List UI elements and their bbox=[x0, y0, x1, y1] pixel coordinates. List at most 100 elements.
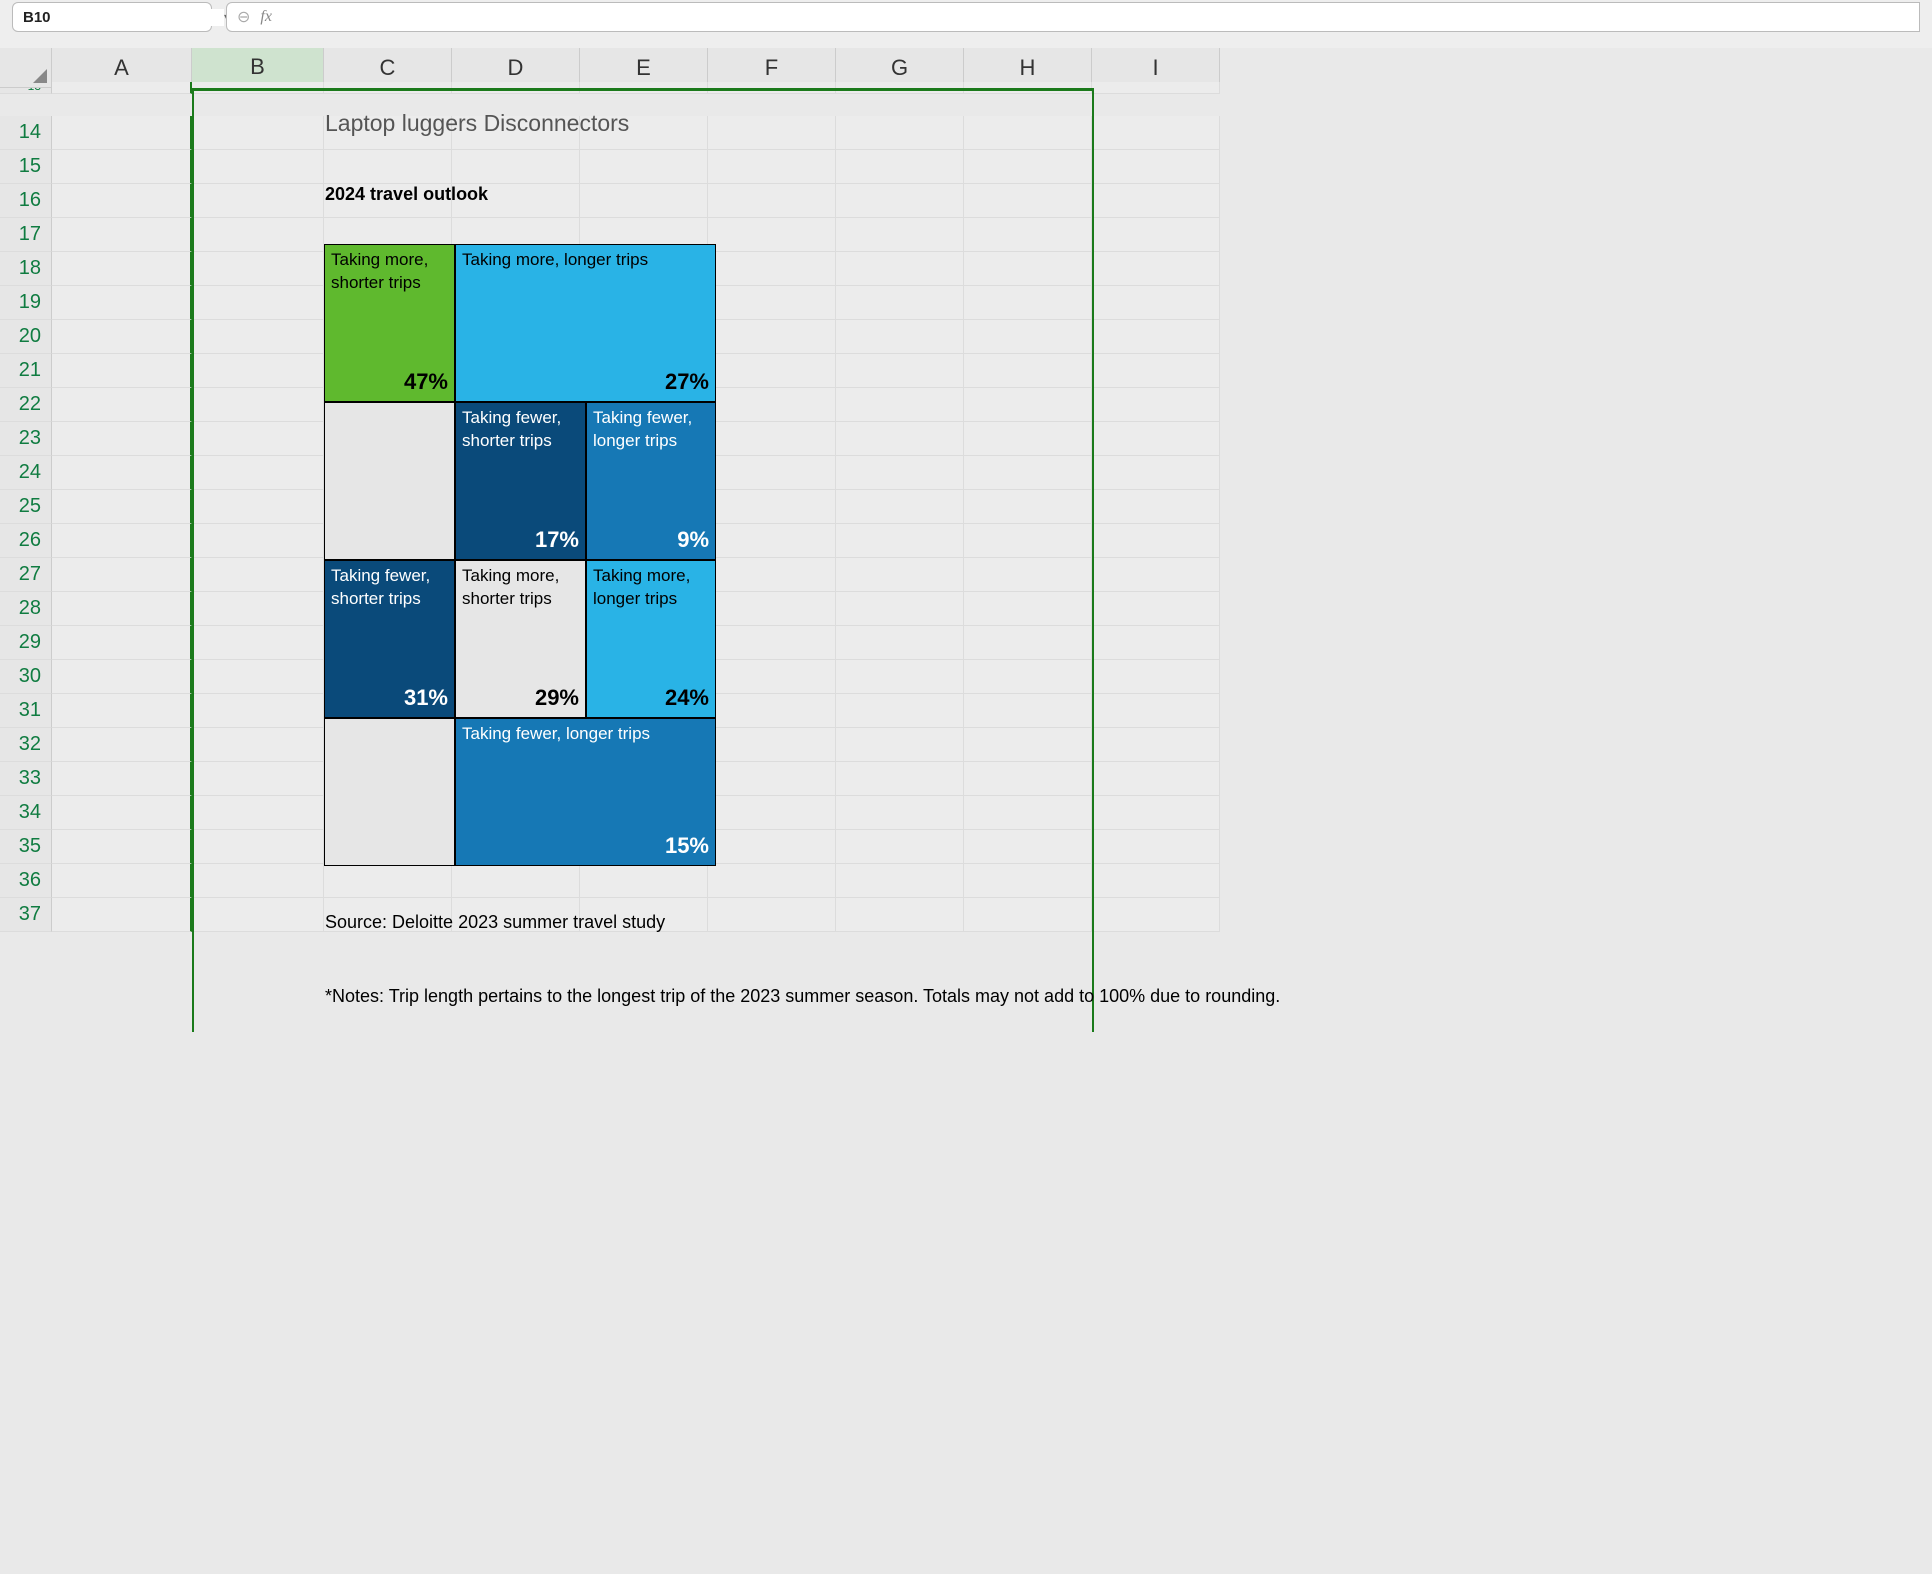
cell[interactable] bbox=[1092, 592, 1220, 626]
row-head-17[interactable]: 17 bbox=[0, 218, 52, 252]
cell[interactable] bbox=[52, 388, 192, 422]
cell[interactable] bbox=[1092, 830, 1220, 864]
cell[interactable] bbox=[52, 694, 192, 728]
row-head-36[interactable]: 36 bbox=[0, 864, 52, 898]
row-head-37[interactable]: 37 bbox=[0, 898, 52, 932]
cell[interactable] bbox=[1092, 116, 1220, 150]
panel-dc-more-longer: Taking more, longer trips 24% bbox=[586, 560, 716, 718]
row-head-20[interactable]: 20 bbox=[0, 320, 52, 354]
cell[interactable] bbox=[52, 558, 192, 592]
cell[interactable] bbox=[52, 184, 192, 218]
cell[interactable] bbox=[1092, 796, 1220, 830]
cell[interactable] bbox=[1092, 286, 1220, 320]
cell[interactable] bbox=[1092, 388, 1220, 422]
formula-input[interactable] bbox=[282, 9, 1909, 26]
row-head-21[interactable]: 21 bbox=[0, 354, 52, 388]
panel-dc-fewer-longer: Taking fewer, longer trips 15% bbox=[455, 718, 716, 866]
row-head-31[interactable]: 31 bbox=[0, 694, 52, 728]
panel-label: Taking fewer, shorter trips bbox=[462, 407, 579, 453]
row-head-14[interactable]: 14 bbox=[0, 116, 52, 150]
cell[interactable] bbox=[52, 796, 192, 830]
cell[interactable] bbox=[1092, 354, 1220, 388]
select-all-corner[interactable] bbox=[0, 48, 52, 88]
cell[interactable] bbox=[52, 864, 192, 898]
row-head-19[interactable]: 19 bbox=[0, 286, 52, 320]
panel-label: Taking more, longer trips bbox=[462, 249, 709, 272]
panel-ll-fewer-longer: Taking fewer, longer trips 9% bbox=[586, 402, 716, 560]
row-head-23[interactable]: 23 bbox=[0, 422, 52, 456]
cell[interactable] bbox=[52, 286, 192, 320]
cell[interactable] bbox=[52, 82, 192, 94]
cell[interactable] bbox=[1092, 558, 1220, 592]
notes-text: *Notes: Trip length pertains to the long… bbox=[325, 986, 1280, 1007]
row-head-27[interactable]: 27 bbox=[0, 558, 52, 592]
source-text: Source: Deloitte 2023 summer travel stud… bbox=[325, 912, 665, 933]
cell[interactable] bbox=[52, 898, 192, 932]
cell[interactable] bbox=[1092, 490, 1220, 524]
cell[interactable] bbox=[52, 762, 192, 796]
cell[interactable] bbox=[1092, 82, 1220, 94]
panel-label: Taking more, shorter trips bbox=[331, 249, 448, 295]
panel-ll-fewer-shorter: Taking fewer, shorter trips 17% bbox=[455, 402, 586, 560]
cell[interactable] bbox=[1092, 728, 1220, 762]
cell[interactable] bbox=[52, 150, 192, 184]
cell[interactable] bbox=[52, 252, 192, 286]
row-head-30[interactable]: 30 bbox=[0, 660, 52, 694]
row-head-28[interactable]: 28 bbox=[0, 592, 52, 626]
panel-value: 24% bbox=[593, 685, 709, 711]
cell[interactable] bbox=[1092, 320, 1220, 354]
formula-bar[interactable]: ⊖ fx bbox=[226, 2, 1920, 32]
cell[interactable] bbox=[52, 592, 192, 626]
row-head-16[interactable]: 16 bbox=[0, 184, 52, 218]
name-box-input[interactable] bbox=[23, 9, 224, 26]
cell[interactable] bbox=[1092, 626, 1220, 660]
cell[interactable] bbox=[52, 456, 192, 490]
row-head-33[interactable]: 33 bbox=[0, 762, 52, 796]
cell[interactable] bbox=[52, 830, 192, 864]
row-head-25[interactable]: 25 bbox=[0, 490, 52, 524]
row-head-34[interactable]: 34 bbox=[0, 796, 52, 830]
cell[interactable] bbox=[1092, 422, 1220, 456]
panel-value: 15% bbox=[462, 833, 709, 859]
cell[interactable] bbox=[1092, 694, 1220, 728]
cell[interactable] bbox=[52, 660, 192, 694]
cell[interactable] bbox=[1092, 762, 1220, 796]
cell[interactable] bbox=[1092, 898, 1220, 932]
cell[interactable] bbox=[52, 490, 192, 524]
cell[interactable] bbox=[52, 354, 192, 388]
row-head-24[interactable]: 24 bbox=[0, 456, 52, 490]
row-head-22[interactable]: 22 bbox=[0, 388, 52, 422]
formula-bar-area: ▾ ⊖ fx bbox=[0, 0, 1932, 48]
name-box[interactable]: ▾ bbox=[12, 2, 212, 32]
cell[interactable] bbox=[52, 626, 192, 660]
row-head-15[interactable]: 15 bbox=[0, 150, 52, 184]
panel-label: Taking more, shorter trips bbox=[462, 565, 579, 611]
cell[interactable] bbox=[52, 218, 192, 252]
cell[interactable] bbox=[52, 524, 192, 558]
cell[interactable] bbox=[52, 116, 192, 150]
columns-header: Laptop luggers Disconnectors bbox=[325, 110, 629, 137]
cell[interactable] bbox=[52, 728, 192, 762]
row-head-26[interactable]: 26 bbox=[0, 524, 52, 558]
panel-label: Taking fewer, shorter trips bbox=[331, 565, 448, 611]
row-head-35[interactable]: 35 bbox=[0, 830, 52, 864]
cell[interactable] bbox=[52, 320, 192, 354]
panel-value: 29% bbox=[462, 685, 579, 711]
cell[interactable] bbox=[1092, 660, 1220, 694]
panel-label: Taking fewer, longer trips bbox=[593, 407, 709, 453]
cell[interactable] bbox=[1092, 150, 1220, 184]
cell[interactable] bbox=[1092, 524, 1220, 558]
panel-value: 17% bbox=[462, 527, 579, 553]
cell[interactable] bbox=[52, 422, 192, 456]
row-head-29[interactable]: 29 bbox=[0, 626, 52, 660]
row-head-32[interactable]: 32 bbox=[0, 728, 52, 762]
panel-dc-fewer-shorter: Taking fewer, shorter trips 31% bbox=[324, 560, 455, 718]
panel-value: 47% bbox=[331, 369, 448, 395]
cell[interactable] bbox=[1092, 252, 1220, 286]
zoom-out-icon[interactable]: ⊖ bbox=[237, 7, 250, 27]
row-head-18[interactable]: 18 bbox=[0, 252, 52, 286]
cell[interactable] bbox=[1092, 184, 1220, 218]
cell[interactable] bbox=[1092, 218, 1220, 252]
cell[interactable] bbox=[1092, 456, 1220, 490]
cell[interactable] bbox=[1092, 864, 1220, 898]
